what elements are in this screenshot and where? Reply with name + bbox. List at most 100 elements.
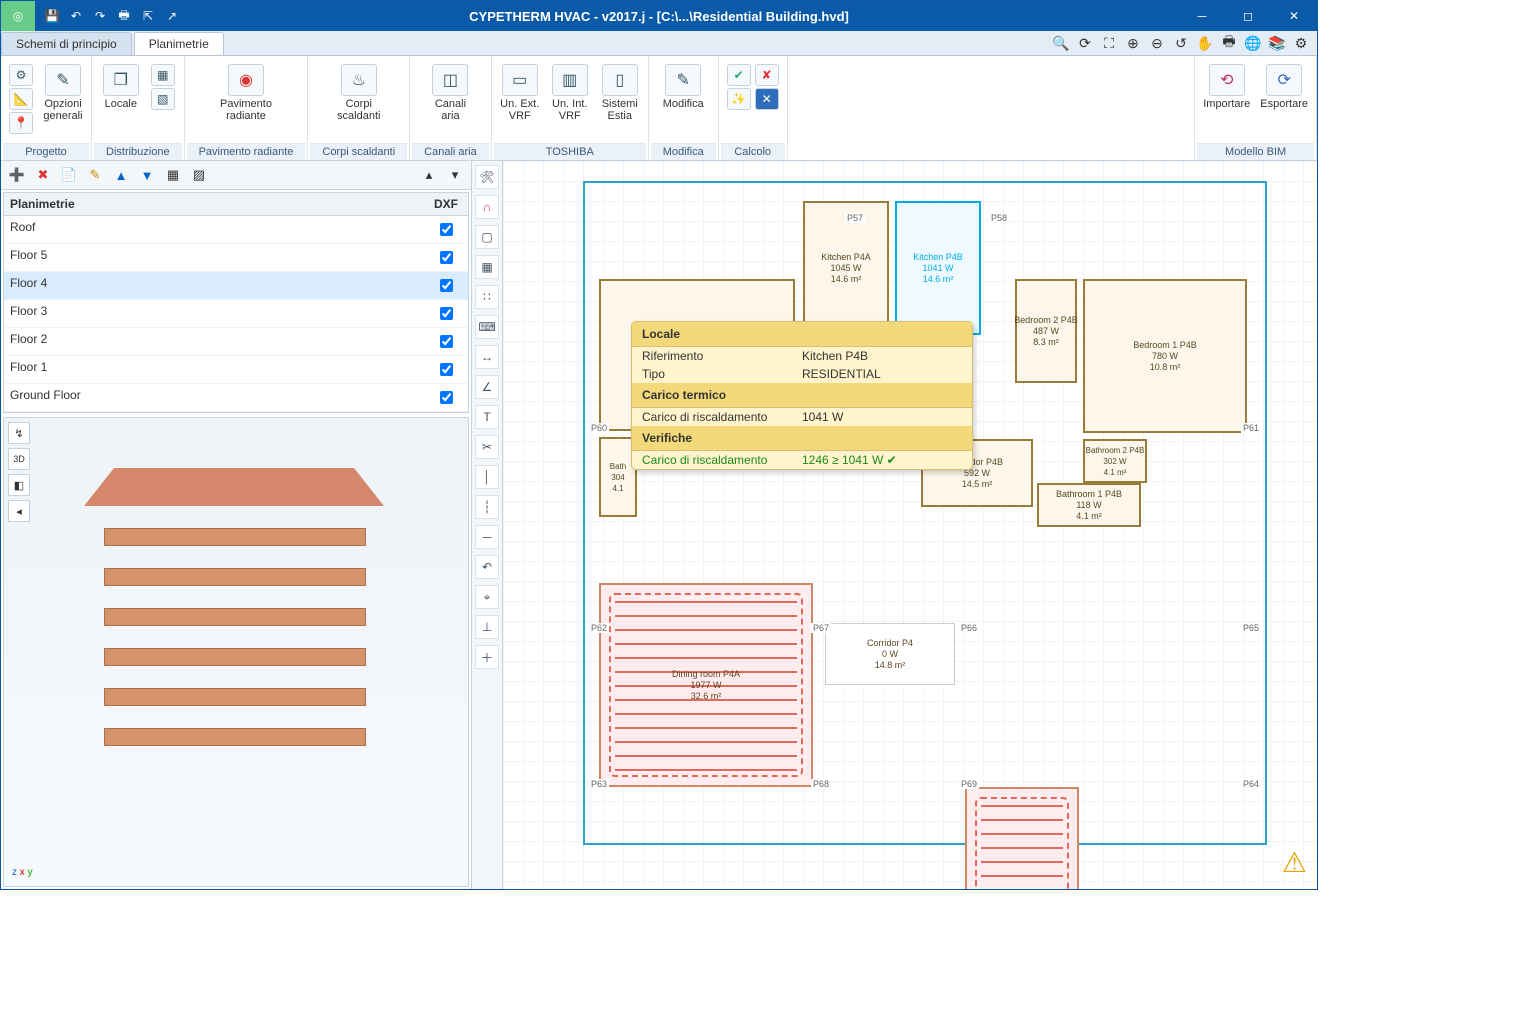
floorplan-canvas[interactable]: Kitchen P4A 1045 W 14.6 m² Kitchen P4B 1… (503, 161, 1317, 889)
floor-row[interactable]: Floor 4 (4, 272, 468, 300)
floor-row[interactable]: Floor 5 (4, 244, 468, 272)
close-button[interactable]: ✕ (1271, 1, 1317, 31)
vrf-int-button[interactable]: ▥Un. Int. VRF (550, 64, 590, 122)
floor-row[interactable]: Floor 2 (4, 328, 468, 356)
dxf-checkbox[interactable] (440, 223, 453, 236)
locale-button[interactable]: ❐Locale (101, 64, 141, 110)
up-icon[interactable]: ▲ (111, 165, 131, 185)
print-icon[interactable]: 🖶 (115, 7, 133, 25)
dxf-checkbox[interactable] (440, 335, 453, 348)
room-floor-mid[interactable] (965, 787, 1079, 889)
vt-undo-icon[interactable]: ↶ (475, 555, 499, 579)
room-bath2b[interactable]: Bathroom 2 P4B 302 W 4.1 m² (1083, 439, 1147, 483)
vt-dots-icon[interactable]: ∷ (475, 285, 499, 309)
vt-axes-icon[interactable]: ＋ (475, 645, 499, 669)
layers-icon[interactable]: 📚 (1267, 33, 1287, 53)
pavimento-radiante-button[interactable]: ◉Pavimento radiante (220, 64, 272, 122)
estia-button[interactable]: ▯Sistemi Estia (600, 64, 640, 122)
pan-icon[interactable]: ✋ (1195, 33, 1215, 53)
dxf1-icon[interactable]: ▦ (163, 165, 183, 185)
dxf2-icon[interactable]: ▨ (189, 165, 209, 185)
warning-icon[interactable]: ⚠ (1282, 846, 1307, 879)
maximize-button[interactable]: ◻ (1225, 1, 1271, 31)
dxf-checkbox[interactable] (440, 251, 453, 264)
canali-aria-button[interactable]: ◫Canali aria (430, 64, 470, 122)
collapse-down-icon[interactable]: ▾ (445, 165, 465, 185)
dxf-checkbox[interactable] (440, 363, 453, 376)
esportare-button[interactable]: ⟳Esportare (1260, 64, 1308, 110)
vt-text-icon[interactable]: T (475, 405, 499, 429)
export-icon[interactable]: ⇱ (139, 7, 157, 25)
vt-pick-icon[interactable]: ⌖ (475, 585, 499, 609)
external-icon[interactable]: ↗ (163, 7, 181, 25)
cube-icon[interactable]: ◧ (8, 474, 30, 496)
room-dining-a[interactable]: Dining room P4A 1977 W 32.6 m² (599, 583, 813, 787)
opzioni-diag-icon[interactable]: 📐 (9, 88, 33, 110)
calc-run-icon[interactable]: ✔ (727, 64, 751, 86)
corpi-scaldanti-button[interactable]: ♨Corpi scaldanti (337, 64, 380, 122)
room-bath1b[interactable]: Bathroom 1 P4B 118 W 4.1 m² (1037, 483, 1141, 527)
room-bed1b[interactable]: Bedroom 1 P4B 780 W 10.8 m² (1083, 279, 1247, 433)
room-corr[interactable]: Corridor P4 0 W 14.8 m² (825, 623, 955, 685)
zoom-reset-icon[interactable]: ⟳ (1075, 33, 1095, 53)
modifica-button[interactable]: ✎Modifica (663, 64, 704, 110)
vt-hammer-icon[interactable]: 🛠 (475, 165, 499, 189)
down-icon[interactable]: ▼ (137, 165, 157, 185)
calc-wand-icon[interactable]: ✨ (727, 88, 751, 110)
floor-row[interactable]: Ground Floor (4, 384, 468, 412)
tab-schemi[interactable]: Schemi di principio (1, 32, 132, 55)
delete-icon[interactable]: ✖ (33, 165, 53, 185)
settings-icon[interactable]: ⚙ (1291, 33, 1311, 53)
copy-icon[interactable]: 📄 (59, 165, 79, 185)
vt-cut-icon[interactable]: ✂ (475, 435, 499, 459)
calc-check-icon[interactable]: ✘ (755, 64, 779, 86)
dist-ico2[interactable]: ▧ (151, 88, 175, 110)
floor-row[interactable]: Floor 3 (4, 300, 468, 328)
group-bim: Modello BIM (1197, 143, 1314, 160)
edit-icon[interactable]: ✎ (85, 165, 105, 185)
persp-icon[interactable]: ↯ (8, 422, 30, 444)
zoom-out-icon[interactable]: ⊖ (1147, 33, 1167, 53)
preview-3d[interactable]: ↯ 3D ◧ ◂ z x y (3, 417, 469, 887)
add-icon[interactable]: ➕ (7, 165, 27, 185)
vt-hline-icon[interactable]: ─ (475, 525, 499, 549)
dxf-checkbox[interactable] (440, 391, 453, 404)
vt-ruler-icon[interactable]: ↔ (475, 345, 499, 369)
vt-vline2-icon[interactable]: ┆ (475, 495, 499, 519)
find-icon[interactable]: 🔍 (1051, 33, 1071, 53)
tab-planimetrie[interactable]: Planimetrie (134, 32, 224, 55)
print-view-icon[interactable]: 🖶 (1219, 33, 1239, 53)
zoom-in-icon[interactable]: ⊕ (1123, 33, 1143, 53)
dxf-checkbox[interactable] (440, 279, 453, 292)
vt-vline-icon[interactable]: │ (475, 465, 499, 489)
vt-magnet-icon[interactable]: ∩ (475, 195, 499, 219)
room-kitchen-b[interactable]: Kitchen P4B 1041 W 14.6 m² (895, 201, 981, 335)
3d-icon[interactable]: 3D (8, 448, 30, 470)
dxf-checkbox[interactable] (440, 307, 453, 320)
vt-angle-icon[interactable]: ∠ (475, 375, 499, 399)
floor-row[interactable]: Floor 1 (4, 356, 468, 384)
calc-close-icon[interactable]: ✕ (755, 88, 779, 110)
ptag-p63: P63 (589, 779, 609, 789)
room-bed2b[interactable]: Bedroom 2 P4B 487 W 8.3 m² (1015, 279, 1077, 383)
opzioni-pin-icon[interactable]: 📍 (9, 112, 33, 134)
floor-row[interactable]: Roof (4, 216, 468, 244)
nav-left-icon[interactable]: ◂ (8, 500, 30, 522)
zoom-prev-icon[interactable]: ↺ (1171, 33, 1191, 53)
minimize-button[interactable]: ─ (1179, 1, 1225, 31)
dist-ico1[interactable]: ▦ (151, 64, 175, 86)
importare-button[interactable]: ⟲Importare (1203, 64, 1250, 110)
vt-kbd-icon[interactable]: ⌨ (475, 315, 499, 339)
undo-icon[interactable]: ↶ (67, 7, 85, 25)
vt-perp-icon[interactable]: ⊥ (475, 615, 499, 639)
opzioni-generali-button[interactable]: ✎Opzioni generali (43, 64, 83, 122)
redo-icon[interactable]: ↷ (91, 7, 109, 25)
opzioni-gear-icon[interactable]: ⚙ (9, 64, 33, 86)
collapse-up-icon[interactable]: ▴ (419, 165, 439, 185)
vt-square-icon[interactable]: ▢ (475, 225, 499, 249)
save-icon[interactable]: 💾 (43, 7, 61, 25)
vrf-ext-button[interactable]: ▭Un. Ext. VRF (500, 64, 540, 122)
globe-icon[interactable]: 🌐 (1243, 33, 1263, 53)
zoom-window-icon[interactable]: ⛶ (1099, 33, 1119, 53)
vt-grid-icon[interactable]: ▦ (475, 255, 499, 279)
